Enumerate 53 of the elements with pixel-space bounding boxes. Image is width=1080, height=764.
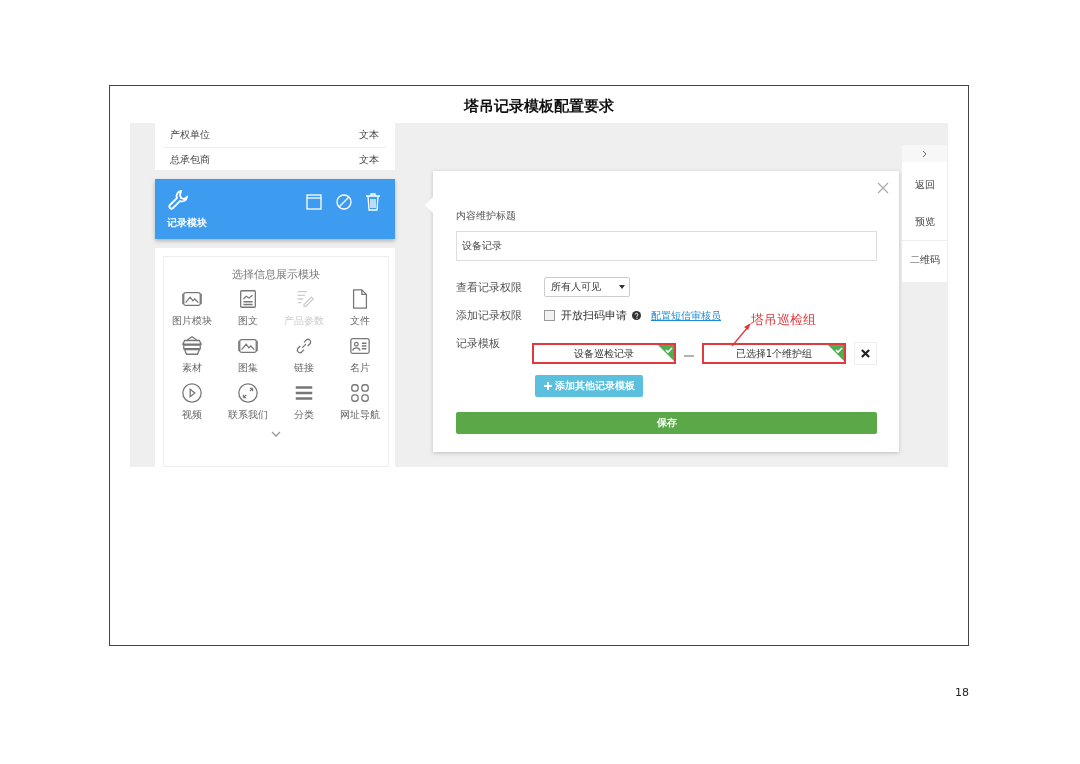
chevron-right-icon	[922, 149, 927, 158]
module-option[interactable]: 名片	[332, 335, 388, 375]
annotation-arrow	[729, 322, 753, 348]
picker-title: 选择信息展示模块	[232, 267, 320, 282]
field-label: 查看记录权限	[456, 279, 523, 295]
trash-icon[interactable]	[365, 193, 381, 211]
window-icon[interactable]	[305, 193, 323, 211]
field-type: 文本	[359, 153, 379, 167]
module-option[interactable]: 图文	[220, 288, 276, 328]
module-option[interactable]: 链接	[276, 335, 332, 375]
field-label: 记录模板	[456, 336, 501, 351]
title-input[interactable]: 设备记录	[456, 231, 877, 261]
module-option[interactable]: 联系我们	[220, 382, 276, 422]
annotation-text: 塔吊巡检组	[751, 311, 816, 329]
field-type: 文本	[359, 128, 379, 142]
side-nav-item[interactable]: 二维码	[902, 241, 947, 278]
module-option[interactable]: 文件	[332, 288, 388, 328]
page-number: 18	[955, 686, 969, 699]
template-select[interactable]: 设备巡检记录	[532, 343, 676, 364]
help-icon[interactable]	[632, 311, 641, 320]
module-option[interactable]: 分类	[276, 382, 332, 422]
close-icon	[861, 349, 870, 358]
field-name: 总承包商	[170, 153, 210, 167]
disable-icon[interactable]	[335, 193, 353, 211]
side-nav-item[interactable]: 预览	[902, 203, 947, 240]
chevron-down-icon[interactable]	[270, 430, 282, 438]
arrows-circle-icon	[236, 382, 260, 404]
field-name: 产权单位	[170, 128, 210, 142]
document-title: 塔吊记录模板配置要求	[464, 97, 614, 117]
wrench-icon	[167, 188, 191, 212]
sms-reviewer-link[interactable]: 配置短信审核员	[651, 308, 721, 323]
plus-icon	[543, 382, 552, 390]
layers-icon	[180, 335, 204, 357]
checkbox-label: 开放扫码申请	[561, 308, 627, 323]
module-option[interactable]: 图集	[220, 335, 276, 375]
checkbox[interactable]	[544, 310, 555, 321]
module-option[interactable]: 视频	[164, 382, 220, 422]
field-label: 内容维护标题	[456, 209, 517, 223]
close-icon[interactable]	[877, 182, 889, 194]
play-icon	[180, 382, 204, 404]
module-option[interactable]: 网址导航	[332, 382, 388, 422]
module-option[interactable]: 图片模块	[164, 288, 220, 328]
dropdown-arrow-icon	[619, 285, 625, 289]
remove-button[interactable]	[854, 342, 877, 365]
contact-card-icon	[348, 335, 372, 357]
permission-dropdown[interactable]: 所有人可见	[544, 277, 630, 297]
dash-separator	[684, 355, 694, 357]
module-option[interactable]: 素材	[164, 335, 220, 375]
side-nav-item[interactable]: 返回	[902, 166, 947, 203]
field-label: 添加记录权限	[456, 308, 523, 323]
grid-icon	[348, 382, 372, 404]
module-label: 记录模块	[167, 216, 207, 230]
template-select[interactable]: 已选择1个维护组	[702, 343, 846, 364]
